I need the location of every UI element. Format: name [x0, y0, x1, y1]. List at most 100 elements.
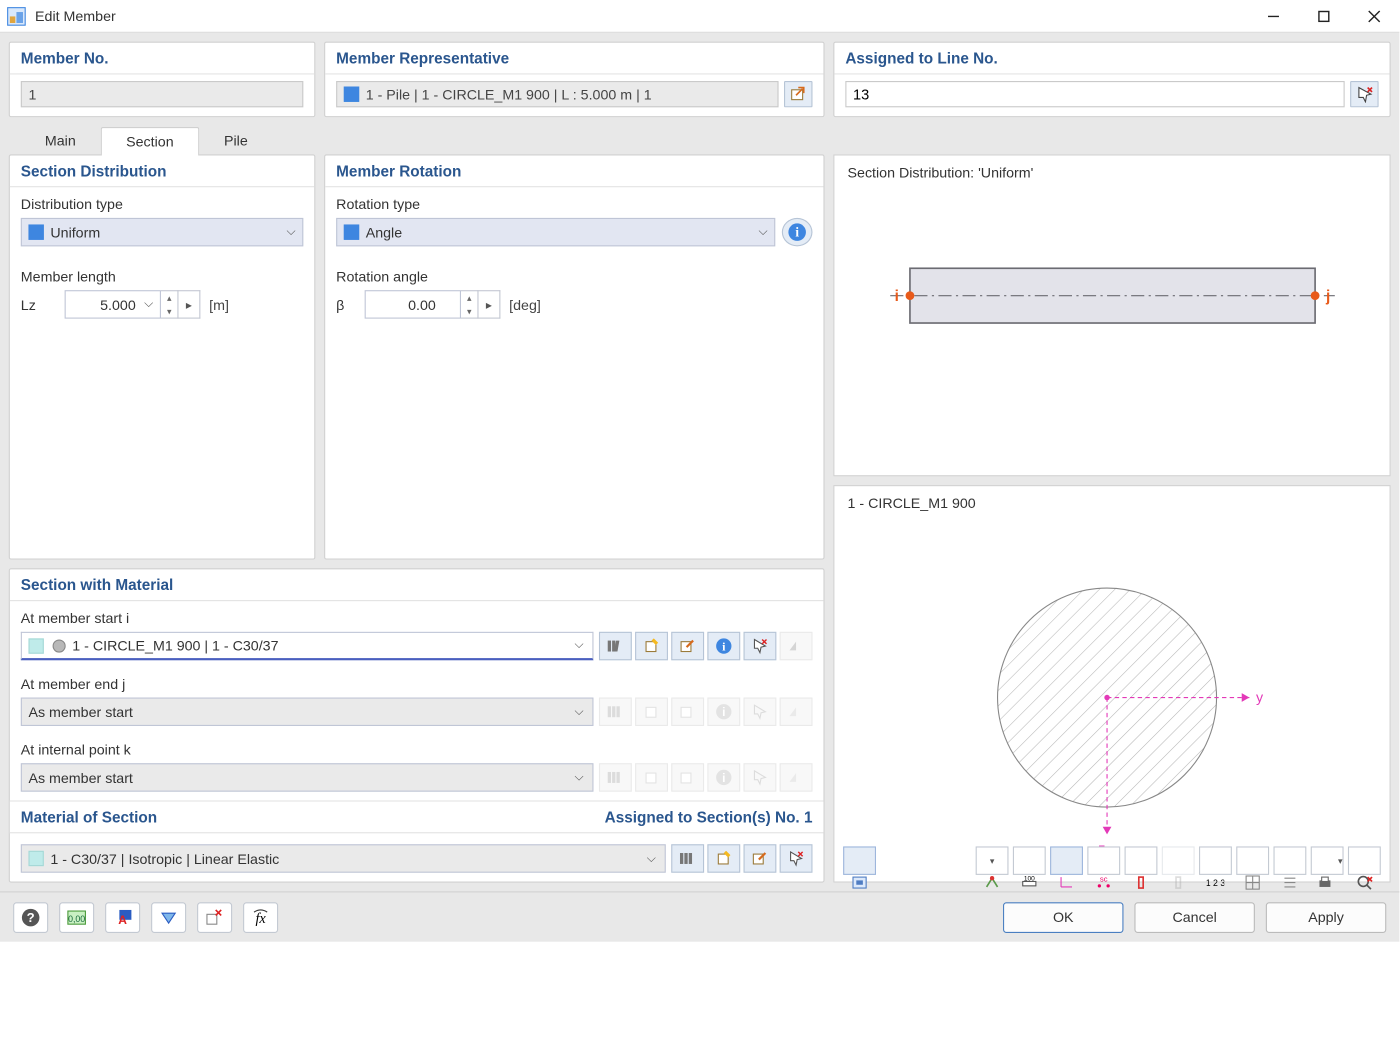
- distribution-preview: Section Distribution: 'Uniform' i j: [833, 154, 1390, 476]
- print-button[interactable]: ▾: [1311, 846, 1344, 874]
- pick-line-button[interactable]: [1350, 81, 1378, 107]
- material-of-section-header: Material of Section Assigned to Section(…: [10, 800, 824, 833]
- pick-section-button: [744, 698, 777, 726]
- font-colors-button[interactable]: A: [105, 902, 140, 933]
- section-distribution-title: Section Distribution: [10, 155, 314, 187]
- chevron-down-icon: ⌵: [758, 225, 767, 239]
- svg-text:i: i: [722, 771, 725, 785]
- edit-material-button[interactable]: [744, 844, 777, 872]
- section-preview-title: 1 - CIRCLE_M1 900: [848, 495, 1377, 511]
- show-values-button[interactable]: [843, 846, 876, 874]
- y-axis-label: y: [1255, 690, 1263, 706]
- function-button[interactable]: fx: [243, 902, 278, 933]
- circle-icon: [53, 639, 66, 652]
- pick-material-button[interactable]: [780, 844, 813, 872]
- pick-section-button[interactable]: [744, 632, 777, 660]
- axes-button[interactable]: [1050, 846, 1083, 874]
- length-symbol: Lz: [21, 296, 65, 312]
- color-swatch-icon: [28, 638, 43, 653]
- chevron-down-icon: ⌵: [574, 770, 583, 784]
- view-iso-button[interactable]: ▾: [976, 846, 1009, 874]
- svg-text:?: ?: [27, 909, 35, 924]
- start-section-value: 1 - CIRCLE_M1 900 | 1 - C30/37: [72, 637, 278, 653]
- flip-section-button: [780, 763, 813, 791]
- close-button[interactable]: [1349, 0, 1399, 32]
- app-icon: [7, 6, 27, 26]
- material-value: 1 - C30/37 | Isotropic | Linear Elastic: [50, 850, 279, 866]
- rotation-angle-input[interactable]: 0.00: [365, 290, 461, 318]
- chevron-down-icon: ▾: [161, 304, 177, 317]
- panel-assigned-line: Assigned to Line No.: [833, 42, 1390, 118]
- pick-section-button: [744, 763, 777, 791]
- member-no-label: Member No.: [10, 43, 314, 75]
- member-length-spinner[interactable]: ▴▾: [161, 290, 179, 318]
- new-material-button[interactable]: [707, 844, 740, 872]
- reset-button[interactable]: [151, 902, 186, 933]
- new-section-button[interactable]: [635, 632, 668, 660]
- member-length-jump-button[interactable]: ▸: [178, 290, 200, 318]
- cancel-button[interactable]: Cancel: [1134, 902, 1254, 933]
- tab-main[interactable]: Main: [20, 126, 101, 154]
- svg-text:0,00: 0,00: [68, 913, 85, 923]
- list-button[interactable]: [1273, 846, 1306, 874]
- section-red-button[interactable]: [1125, 846, 1158, 874]
- assigned-line-input[interactable]: [845, 81, 1344, 107]
- rotation-angle-jump-button[interactable]: ▸: [479, 290, 501, 318]
- numbering-button[interactable]: 1 2 3: [1199, 846, 1232, 874]
- library-button[interactable]: [599, 632, 632, 660]
- rotation-type-value: Angle: [366, 224, 402, 240]
- distribution-type-select[interactable]: Uniform ⌵: [21, 218, 304, 246]
- color-swatch-icon: [28, 224, 43, 239]
- flip-section-button: [780, 698, 813, 726]
- stress-points-button[interactable]: sc: [1087, 846, 1120, 874]
- dimensions-button[interactable]: 100: [1013, 846, 1046, 874]
- tab-pile[interactable]: Pile: [199, 126, 273, 154]
- maximize-button[interactable]: [1299, 0, 1349, 32]
- material-assigned-label: Assigned to Section(s) No. 1: [605, 808, 813, 826]
- info-button[interactable]: i: [782, 218, 813, 246]
- internal-section-select[interactable]: As member start ⌵: [21, 763, 594, 791]
- rotation-angle-spinner[interactable]: ▴▾: [461, 290, 479, 318]
- titlebar: Edit Member: [0, 0, 1399, 33]
- node-j-label: j: [1324, 288, 1329, 305]
- minimize-button[interactable]: [1248, 0, 1298, 32]
- chevron-down-icon: ▾: [461, 304, 477, 317]
- start-section-label: At member start i: [21, 610, 813, 626]
- ok-button[interactable]: OK: [1003, 902, 1123, 933]
- member-rep-label: Member Representative: [325, 43, 823, 75]
- find-button[interactable]: [1348, 846, 1381, 874]
- end-section-select[interactable]: As member start ⌵: [21, 698, 594, 726]
- dialog-footer: ? 0,00 A fx OK Cancel Apply: [0, 891, 1399, 941]
- rotation-angle-unit: [deg]: [509, 296, 541, 312]
- panel-member-no: Member No. 1: [9, 42, 316, 118]
- panel-section-with-material: Section with Material At member start i …: [9, 568, 825, 882]
- apply-button[interactable]: Apply: [1266, 902, 1386, 933]
- units-button[interactable]: 0,00: [59, 902, 94, 933]
- new-section-button: [635, 698, 668, 726]
- member-length-input[interactable]: 5.000 ⌵: [65, 290, 161, 318]
- distribution-type-value: Uniform: [50, 224, 100, 240]
- chevron-up-icon: ▴: [461, 291, 477, 304]
- material-of-section-title: Material of Section: [21, 808, 157, 826]
- material-library-button[interactable]: [671, 844, 704, 872]
- tab-section[interactable]: Section: [101, 127, 199, 155]
- panel-member-rep: Member Representative 1 - Pile | 1 - CIR…: [324, 42, 824, 118]
- chevron-down-icon: ⌵: [144, 297, 153, 311]
- start-section-select[interactable]: 1 - CIRCLE_M1 900 | 1 - C30/37 ⌵: [21, 632, 594, 660]
- color-swatch-icon: [344, 87, 359, 102]
- library-button: [599, 698, 632, 726]
- member-rep-text: 1 - Pile | 1 - CIRCLE_M1 900 | L : 5.000…: [366, 86, 652, 102]
- member-length-label: Member length: [21, 268, 304, 284]
- end-section-label: At member end j: [21, 676, 813, 692]
- edit-section-button[interactable]: [671, 632, 704, 660]
- material-select[interactable]: 1 - C30/37 | Isotropic | Linear Elastic …: [21, 844, 666, 872]
- grid-button[interactable]: [1236, 846, 1269, 874]
- member-length-unit: [m]: [209, 296, 229, 312]
- section-info-button[interactable]: i: [707, 632, 740, 660]
- internal-section-value: As member start: [28, 769, 132, 785]
- pick-footer-button[interactable]: [197, 902, 232, 933]
- help-button[interactable]: ?: [13, 902, 48, 933]
- rotation-type-select[interactable]: Angle ⌵: [336, 218, 775, 246]
- edit-member-rep-button[interactable]: [784, 81, 812, 107]
- svg-text:i: i: [722, 705, 725, 719]
